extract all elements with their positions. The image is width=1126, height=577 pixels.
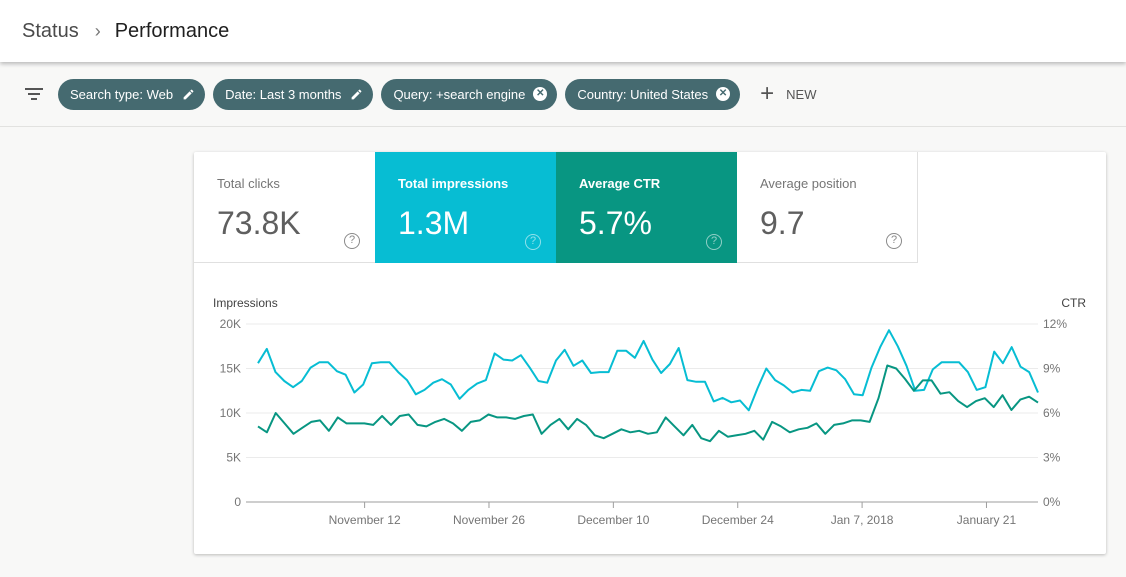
filter-chip-date[interactable]: Date: Last 3 months	[213, 78, 374, 110]
x-axis-tick-label: December 24	[702, 513, 774, 527]
chip-label: Date: Last 3 months	[225, 86, 342, 102]
left-axis-tick-label: 20K	[220, 317, 241, 331]
x-axis-tick-label: December 10	[577, 513, 649, 527]
series-line-ctr[interactable]	[257, 364, 1039, 443]
edit-icon[interactable]	[349, 87, 363, 101]
right-axis-tick-label: 6%	[1043, 406, 1061, 420]
right-axis-title: CTR	[1061, 296, 1086, 310]
edit-icon[interactable]	[181, 87, 195, 101]
left-axis-tick-label: 10K	[220, 406, 241, 420]
left-axis-tick-label: 0	[234, 495, 241, 509]
x-axis-tick-label: January 21	[957, 513, 1017, 527]
new-filter-button[interactable]: + NEW	[760, 80, 816, 108]
x-axis-tick-label: November 26	[453, 513, 525, 527]
filter-icon[interactable]	[24, 86, 44, 102]
chip-label: Search type: Web	[70, 86, 174, 102]
right-axis-tick-label: 12%	[1043, 317, 1067, 331]
right-axis-tick-label: 9%	[1043, 362, 1061, 376]
left-axis-title: Impressions	[213, 296, 278, 310]
close-icon[interactable]: ✕	[716, 87, 731, 101]
left-axis-tick-label: 15K	[220, 362, 241, 376]
filter-chip-country[interactable]: Country: United States ✕	[565, 78, 741, 110]
filter-chip-search-type[interactable]: Search type: Web	[58, 78, 206, 110]
left-axis-tick-label: 5K	[226, 451, 241, 465]
performance-card: Total clicks 73.8K ? Total impressions 1…	[194, 152, 1106, 554]
top-bar: Status › Performance	[0, 0, 1126, 62]
performance-chart[interactable]: Impressions CTR 0 5K 10K 15K 20K 0% 3% 6% 9% 12%…	[194, 152, 1106, 554]
filter-bar: Search type: Web Date: Last 3 months Que…	[0, 62, 1126, 127]
page-title: Performance	[114, 19, 230, 42]
chevron-right-icon: ›	[94, 20, 101, 41]
series-line-impressions[interactable]	[257, 329, 1039, 412]
breadcrumb-status[interactable]: Status	[22, 20, 79, 43]
chip-label: Country: United States	[577, 86, 709, 102]
filter-chip-query[interactable]: Query: +search engine ✕	[381, 78, 558, 110]
new-filter-label: NEW	[786, 86, 817, 102]
chip-label: Query: +search engine	[393, 86, 526, 102]
right-axis-tick-label: 0%	[1043, 495, 1061, 509]
x-axis-tick-label: November 12	[329, 513, 401, 527]
right-axis-tick-label: 3%	[1043, 451, 1061, 465]
close-icon[interactable]: ✕	[533, 87, 548, 101]
plus-icon: +	[760, 80, 775, 107]
x-axis-tick-label: Jan 7, 2018	[831, 513, 894, 527]
